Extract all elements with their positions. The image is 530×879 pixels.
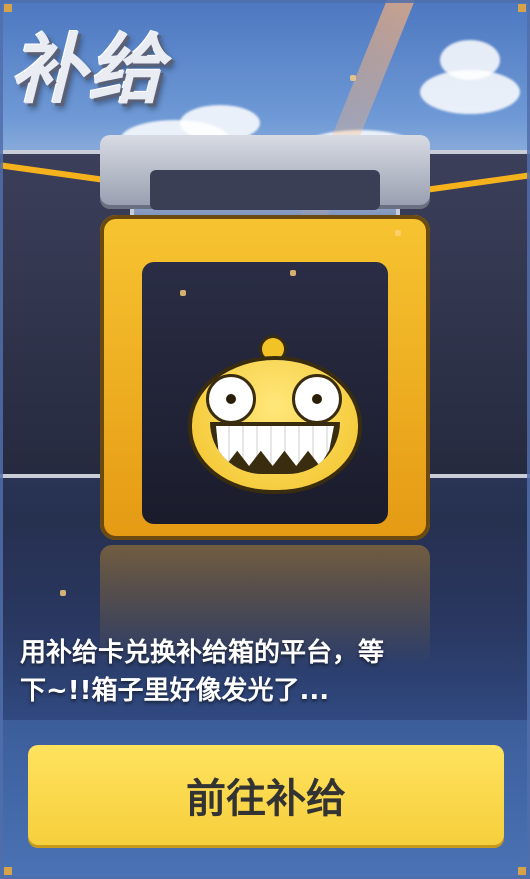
page-title: 补给 bbox=[10, 25, 166, 114]
right-pupil bbox=[312, 394, 322, 404]
mascot-mouth bbox=[210, 422, 340, 474]
left-eye bbox=[206, 374, 256, 424]
spark bbox=[180, 290, 186, 296]
frame-corner bbox=[4, 867, 12, 875]
frame-corner bbox=[4, 4, 12, 12]
supply-gate-inner bbox=[150, 170, 380, 210]
cloud bbox=[440, 40, 500, 80]
frame-corner bbox=[518, 867, 526, 875]
description-text: 用补给卡兑换补给箱的平台，等 下~!!箱子里好像发光了... bbox=[20, 634, 515, 710]
mascot-face bbox=[192, 360, 358, 490]
spark bbox=[290, 270, 296, 276]
mascot-antenna bbox=[262, 338, 284, 360]
left-pupil bbox=[226, 394, 236, 404]
description-line-1: 用补给卡兑换补给箱的平台，等 bbox=[20, 638, 385, 668]
right-eye bbox=[292, 374, 342, 424]
spark bbox=[60, 590, 66, 596]
description-line-2: 下~!!箱子里好像发光了... bbox=[20, 676, 330, 706]
frame-corner bbox=[518, 4, 526, 12]
go-to-supply-button[interactable]: 前往补给 bbox=[28, 745, 504, 845]
mascot-teeth bbox=[216, 426, 334, 466]
spark bbox=[395, 230, 401, 236]
spark bbox=[350, 75, 356, 81]
